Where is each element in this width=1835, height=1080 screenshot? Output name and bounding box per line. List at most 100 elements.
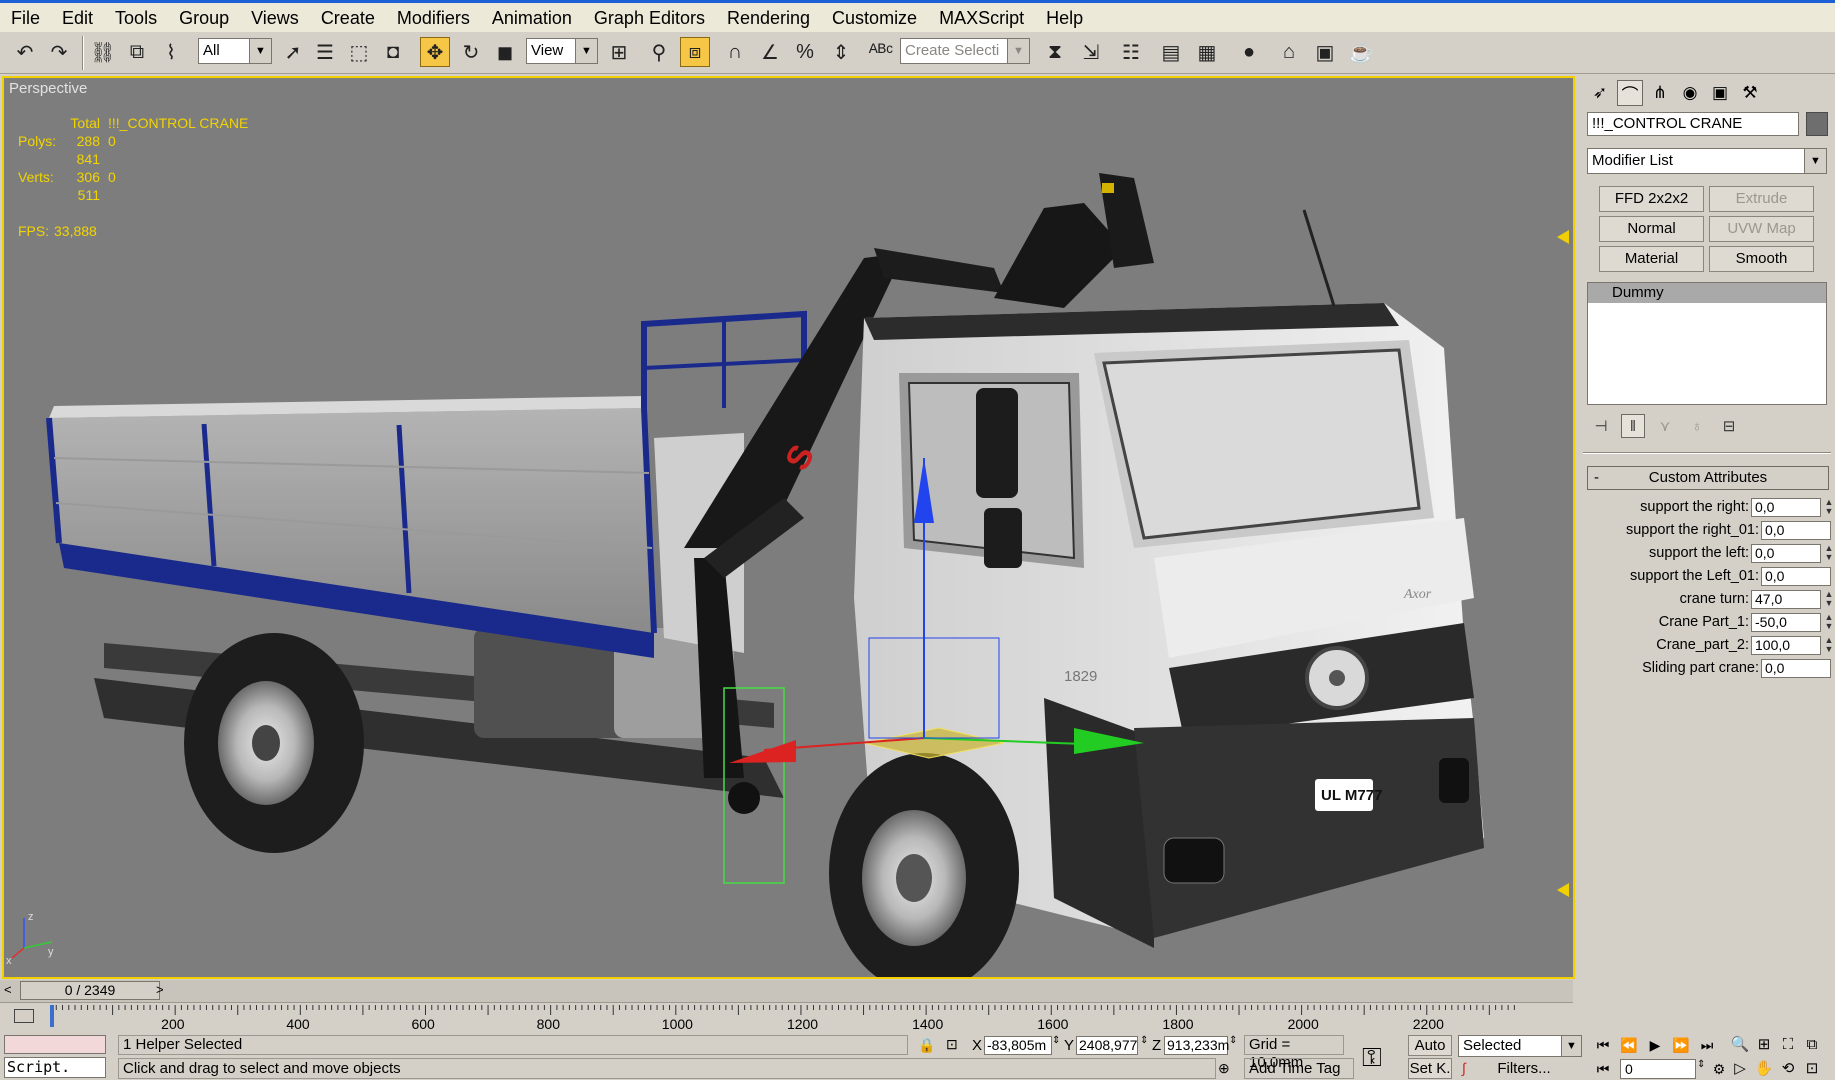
unlink-selection-icon[interactable]: ⧉ bbox=[122, 37, 152, 67]
custom-attribute-value[interactable]: 0,0 bbox=[1761, 659, 1831, 678]
zoom-extents-all-icon[interactable]: ⧉ bbox=[1802, 1035, 1822, 1055]
zoom-all-icon[interactable]: ⊞ bbox=[1754, 1035, 1774, 1055]
layer-manager-icon[interactable]: ☷ bbox=[1116, 37, 1146, 67]
select-object-icon[interactable]: ➚ bbox=[278, 37, 308, 67]
maxscript-listener-output[interactable] bbox=[4, 1035, 106, 1054]
pan-view-icon[interactable]: ✋ bbox=[1754, 1059, 1774, 1079]
frame-spinner-icon[interactable]: ⇕ bbox=[1697, 1059, 1705, 1070]
custom-attribute-value[interactable]: 0,0 bbox=[1761, 521, 1831, 540]
key-mode-icon[interactable]: ∫ bbox=[1462, 1060, 1466, 1076]
object-name-field[interactable]: !!!_CONTROL CRANE bbox=[1587, 112, 1799, 136]
configure-modifier-sets-icon[interactable]: ⊟ bbox=[1717, 414, 1741, 438]
curve-editor-icon[interactable]: ▤ bbox=[1156, 37, 1186, 67]
time-configuration-icon[interactable]: ⚙ bbox=[1708, 1059, 1730, 1079]
spinner-arrows-icon[interactable]: ▲▼ bbox=[1823, 498, 1835, 517]
go-to-start-icon[interactable]: ⏮ bbox=[1592, 1035, 1614, 1055]
object-color-swatch[interactable] bbox=[1806, 112, 1828, 136]
perspective-viewport[interactable]: S UL M777 1829 Axor z y x Perspective To… bbox=[2, 76, 1575, 979]
time-slider-next-icon[interactable]: > bbox=[156, 982, 164, 997]
custom-attribute-value[interactable]: 0,0 bbox=[1761, 567, 1831, 586]
select-and-rotate-icon[interactable]: ↻ bbox=[456, 37, 486, 67]
material-editor-icon[interactable]: ● bbox=[1234, 37, 1264, 67]
rendered-frame-window-icon[interactable]: ▣ bbox=[1310, 37, 1340, 67]
menu-group[interactable]: Group bbox=[168, 4, 240, 32]
menu-animation[interactable]: Animation bbox=[481, 4, 583, 32]
orbit-icon[interactable]: ⟲ bbox=[1778, 1059, 1798, 1079]
zoom-extents-icon[interactable]: ⛶ bbox=[1778, 1035, 1798, 1055]
spinner-arrows-icon[interactable]: ▲▼ bbox=[1823, 613, 1835, 632]
pin-stack-icon[interactable]: ⊣ bbox=[1589, 414, 1613, 438]
create-tab-icon[interactable]: ➶ bbox=[1587, 80, 1613, 106]
modifier-list-dropdown[interactable]: Modifier List ▼ bbox=[1587, 148, 1827, 174]
motion-tab-icon[interactable]: ◉ bbox=[1677, 80, 1703, 106]
align-icon[interactable]: ⇲ bbox=[1076, 37, 1106, 67]
display-tab-icon[interactable]: ▣ bbox=[1707, 80, 1733, 106]
menu-modifiers[interactable]: Modifiers bbox=[386, 4, 481, 32]
auto-key-button[interactable]: Auto bbox=[1408, 1035, 1452, 1056]
y-coordinate-field[interactable]: 2408,977 bbox=[1076, 1036, 1138, 1055]
menu-customize[interactable]: Customize bbox=[821, 4, 928, 32]
menu-help[interactable]: Help bbox=[1035, 4, 1094, 32]
field-of-view-icon[interactable]: ▷ bbox=[1730, 1059, 1750, 1079]
key-filter-dropdown[interactable]: Selected ▼ bbox=[1458, 1035, 1582, 1057]
spinner-arrows-icon[interactable]: ▲▼ bbox=[1823, 636, 1835, 655]
ffd-2x2x2-button[interactable]: FFD 2x2x2 bbox=[1599, 186, 1704, 212]
angle-snap-icon[interactable]: ∠ bbox=[755, 37, 785, 67]
maxscript-listener-input[interactable]: Script. bbox=[4, 1057, 106, 1078]
redo-icon[interactable]: ↷ bbox=[44, 37, 74, 67]
window-crossing-icon[interactable]: ◘ bbox=[378, 37, 408, 67]
key-filters-button[interactable]: Filters... bbox=[1484, 1059, 1564, 1079]
uvw-map-button[interactable]: UVW Map bbox=[1709, 216, 1814, 242]
named-selection-sets-dropdown[interactable]: Create Selecti ▼ bbox=[900, 38, 1030, 64]
pivot-center-icon[interactable]: ⊞ bbox=[604, 37, 634, 67]
snaps-toggle-icon[interactable]: ∩ bbox=[720, 37, 750, 67]
menu-tools[interactable]: Tools bbox=[104, 4, 168, 32]
x-coordinate-field[interactable]: -83,805m bbox=[984, 1036, 1052, 1055]
z-coordinate-field[interactable]: 913,233m bbox=[1164, 1036, 1229, 1055]
remove-modifier-icon[interactable]: ♁ bbox=[1685, 414, 1709, 438]
menu-rendering[interactable]: Rendering bbox=[716, 4, 821, 32]
previous-frame-icon[interactable]: ⏪ bbox=[1618, 1035, 1640, 1055]
track-ruler[interactable]: 200 400 600 800 1000 1200 1400 1600 1800 2000 2200 bbox=[50, 1003, 1520, 1033]
schematic-view-icon[interactable]: ▦ bbox=[1192, 37, 1222, 67]
play-animation-icon[interactable]: ▶ bbox=[1644, 1035, 1666, 1055]
add-time-tag[interactable]: Add Time Tag bbox=[1244, 1058, 1354, 1079]
select-and-link-icon[interactable]: ⛓ bbox=[88, 37, 118, 67]
extrude-button[interactable]: Extrude bbox=[1709, 186, 1814, 212]
set-key-icon[interactable]: ⚿ bbox=[1362, 1042, 1382, 1074]
time-slider-prev-icon[interactable]: < bbox=[4, 982, 12, 997]
time-slider-thumb[interactable]: 0 / 2349 bbox=[20, 981, 160, 1000]
key-mode-toggle-icon[interactable]: ⏮ bbox=[1592, 1059, 1614, 1079]
time-tag-icon[interactable]: ⊕ bbox=[1218, 1060, 1230, 1077]
reference-coordinate-dropdown[interactable]: View ▼ bbox=[526, 38, 598, 64]
time-slider[interactable]: < 0 / 2349 > bbox=[0, 980, 1573, 1002]
spinner-arrows-icon[interactable]: ▲▼ bbox=[1823, 544, 1835, 563]
keyboard-shortcut-override-icon[interactable]: ⧈ bbox=[680, 37, 710, 67]
material-button[interactable]: Material bbox=[1599, 246, 1704, 272]
custom-attributes-rollout-header[interactable]: - Custom Attributes bbox=[1587, 466, 1829, 490]
viewport-label[interactable]: Perspective bbox=[9, 80, 87, 97]
select-and-manipulate-icon[interactable]: ⚲ bbox=[644, 37, 674, 67]
z-spinner-icon[interactable]: ⇕ bbox=[1229, 1035, 1237, 1046]
go-to-end-icon[interactable]: ⏭ bbox=[1696, 1035, 1718, 1055]
menu-graph-editors[interactable]: Graph Editors bbox=[583, 4, 716, 32]
custom-attribute-value[interactable]: 0,0 bbox=[1751, 498, 1821, 517]
undo-icon[interactable]: ↶ bbox=[10, 37, 40, 67]
custom-attribute-value[interactable]: 47,0 bbox=[1751, 590, 1821, 609]
normal-button[interactable]: Normal bbox=[1599, 216, 1704, 242]
select-and-move-icon[interactable]: ✥ bbox=[420, 37, 450, 67]
mirror-icon[interactable]: ⧗ bbox=[1040, 37, 1070, 67]
custom-attribute-value[interactable]: 0,0 bbox=[1751, 544, 1821, 563]
show-end-result-icon[interactable]: ‖ bbox=[1621, 414, 1645, 438]
menu-create[interactable]: Create bbox=[310, 4, 386, 32]
selection-filter-dropdown[interactable]: All ▼ bbox=[198, 38, 272, 64]
custom-attribute-value[interactable]: -50,0 bbox=[1751, 613, 1821, 632]
y-spinner-icon[interactable]: ⇕ bbox=[1140, 1035, 1148, 1046]
set-key-button[interactable]: Set K. bbox=[1408, 1058, 1452, 1079]
menu-edit[interactable]: Edit bbox=[51, 4, 104, 32]
zoom-icon[interactable]: 🔍 bbox=[1730, 1035, 1750, 1055]
smooth-button[interactable]: Smooth bbox=[1709, 246, 1814, 272]
track-bar[interactable]: 200 400 600 800 1000 1200 1400 1600 1800 2000 2200 bbox=[0, 1002, 1573, 1032]
spinner-arrows-icon[interactable]: ▲▼ bbox=[1823, 590, 1835, 609]
bind-space-warp-icon[interactable]: ⌇ bbox=[156, 37, 186, 67]
